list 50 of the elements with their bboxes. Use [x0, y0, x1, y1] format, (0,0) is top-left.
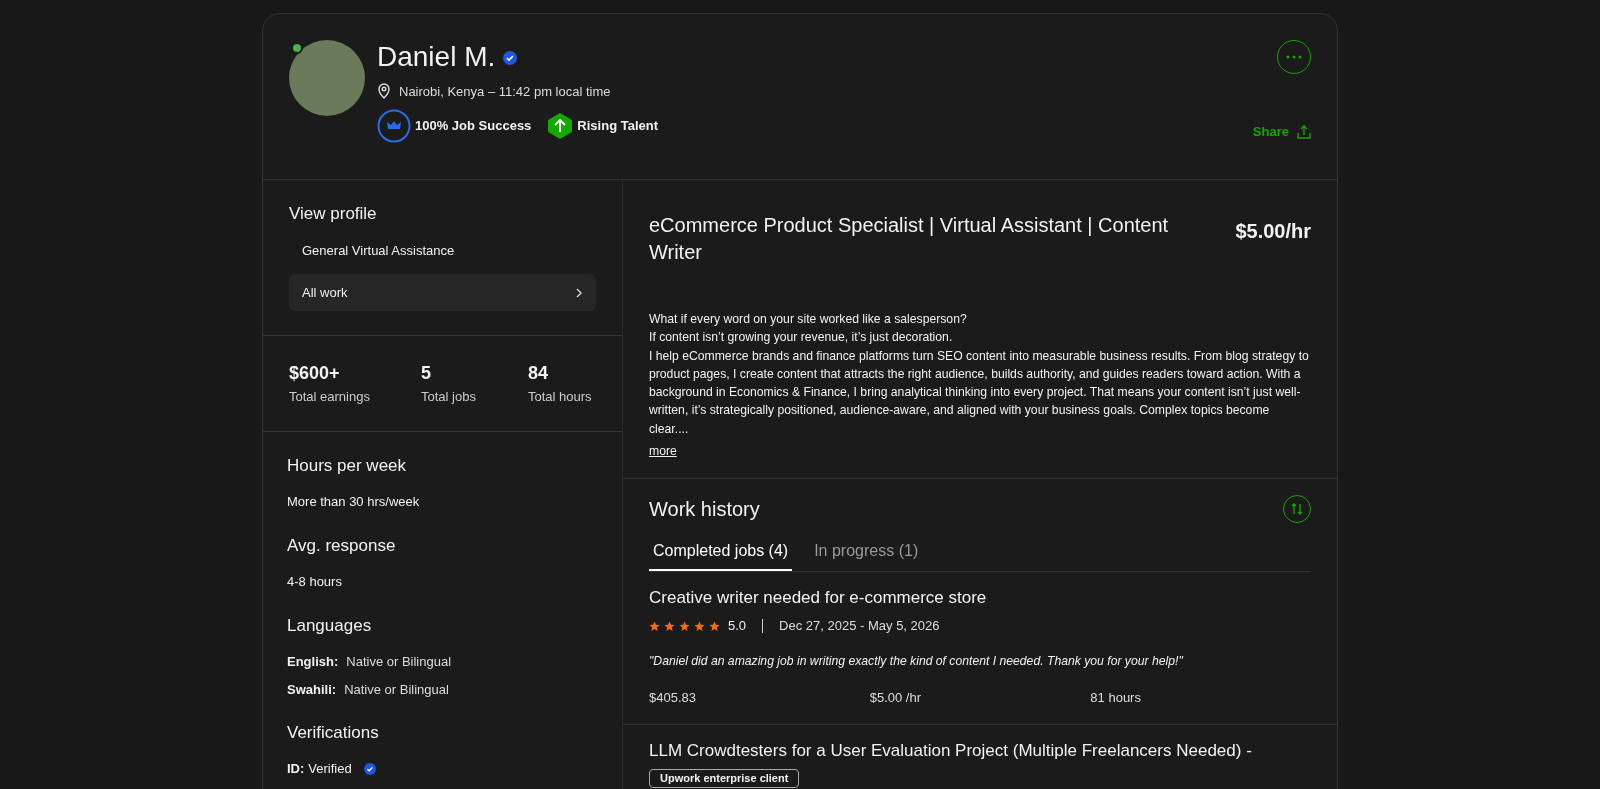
stat-value: 84 — [528, 362, 550, 386]
badge-label: 100% Job Success — [415, 117, 532, 136]
language-name: Swahili: — [287, 680, 337, 699]
verification-value: Verified — [308, 760, 352, 779]
share-icon — [1297, 124, 1311, 139]
language-level: Native or Bilingual — [344, 680, 449, 699]
section-text: 4-8 hours — [287, 573, 343, 592]
bio-paragraph: If content isn’t growing your revenue, it’s just decoration. — [649, 329, 954, 347]
enterprise-client-tag: Upwork enterprise client — [649, 769, 800, 788]
sort-arrows-icon — [1291, 503, 1303, 516]
bio-paragraph: What if every word on your site worked like a salesperson? — [649, 311, 968, 328]
job-hours: 81 hours — [1090, 689, 1142, 708]
hourly-rate: $5.00/hr — [1235, 219, 1311, 244]
location-pin-icon — [377, 83, 391, 100]
section-heading: Avg. response — [287, 535, 397, 557]
rating-value: 5.0 — [728, 617, 747, 636]
stat-value: 5 — [421, 362, 432, 386]
arrow-up-icon — [547, 112, 574, 141]
stat-label: Total earnings — [289, 388, 371, 407]
badge-label: Rising Talent — [577, 117, 658, 136]
profile-list-item[interactable]: General Virtual Assistance — [289, 232, 596, 270]
crown-icon — [377, 109, 411, 144]
job-earnings: $405.83 — [649, 689, 697, 708]
section-text: More than 30 hrs/week — [287, 493, 421, 512]
location-text: Nairobi, Kenya – 11:42 pm local time — [399, 82, 611, 101]
verification-label: ID: — [287, 760, 305, 779]
section-heading: Work history — [649, 496, 760, 522]
profile-list-item[interactable]: All work — [289, 273, 596, 312]
profile-title: eCommerce Product Specialist | Virtual Assistant | Content Writer — [649, 213, 1170, 265]
stat-label: Total hours — [528, 388, 592, 407]
section-heading: View profile — [289, 204, 378, 225]
section-heading: Languages — [287, 615, 373, 637]
job-rate: $5.00 /hr — [869, 689, 922, 708]
share-button[interactable]: Share — [1252, 122, 1311, 142]
stat-label: Total jobs — [421, 388, 477, 407]
job-dates: Dec 27, 2025 - May 5, 2026 — [779, 617, 940, 636]
bio-paragraph: I help eCommerce brands and finance platforms turn SEO content into measurable business results. From blog strategy to product pages, I create content that attracts the right audience, builds authority, and guides readers toward action. With a background in Economics & Finance, I bring analytical thinking into every project. That means your content isn’t just well-written, it’s strategically positioned, audience-aware, and aligned with your business goals. Complex topics become clear.... — [649, 347, 1310, 438]
profile-name: Daniel M. — [377, 40, 496, 74]
section-heading: Verifications — [287, 723, 380, 744]
job-title: LLM Crowdtesters for a User Evaluation Project (Multiple Freelancers Needed) - — [649, 740, 1253, 762]
language-level: Native or Bilingual — [346, 653, 452, 672]
client-feedback: "Daniel did an amazing job in writing exactly the kind of content I needed. Thank you for your help!" — [649, 652, 1185, 670]
more-link[interactable]: more — [649, 442, 677, 461]
work-tab[interactable]: Completed jobs (4) — [649, 539, 793, 572]
section-heading: Hours per week — [287, 455, 408, 477]
language-name: English: — [287, 653, 339, 672]
more-dots-icon — [1286, 55, 1302, 59]
work-tab[interactable]: In progress (1) — [810, 539, 923, 572]
job-title: Creative writer needed for e-commerce store — [649, 588, 988, 609]
stat-value: $600+ — [289, 362, 341, 386]
